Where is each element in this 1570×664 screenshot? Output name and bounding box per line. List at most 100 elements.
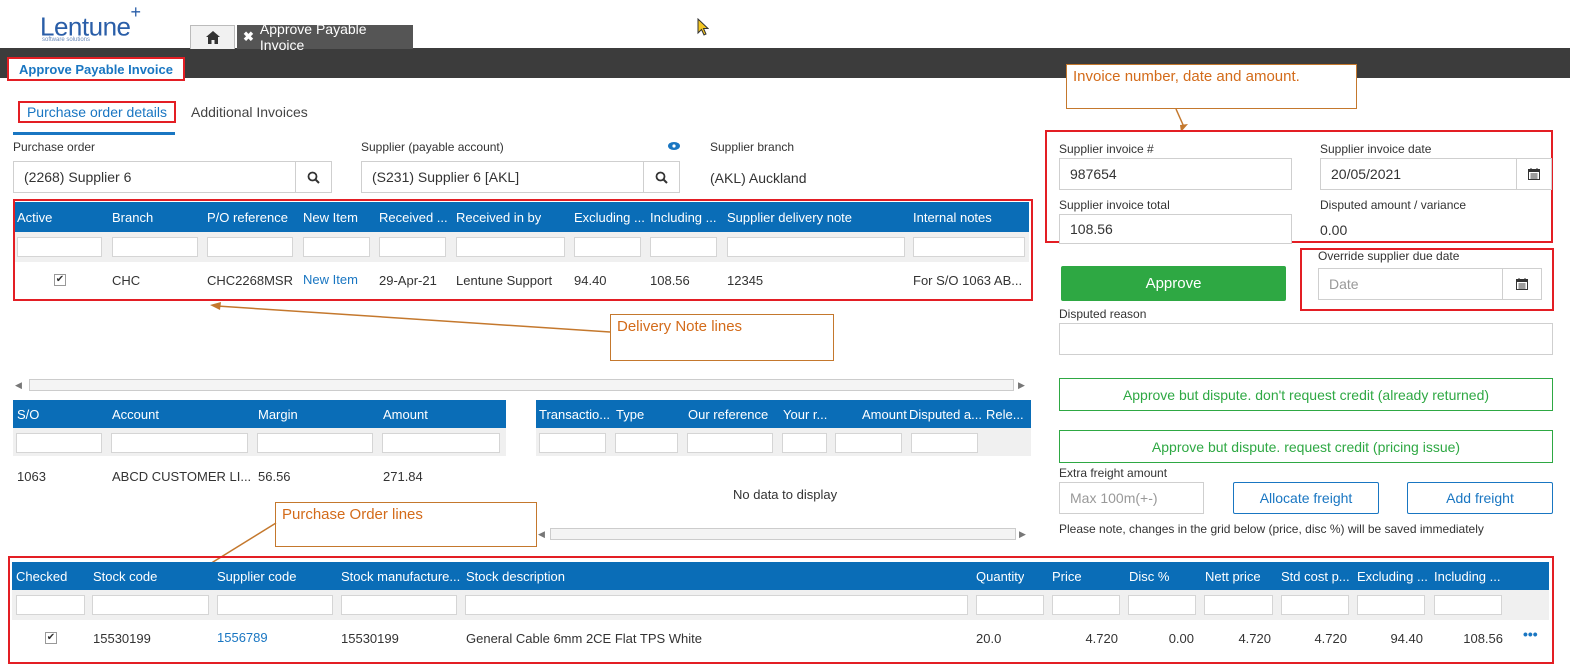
filter-input[interactable] — [16, 433, 102, 453]
col-internal-notes[interactable]: Internal notes — [913, 210, 992, 225]
table-row[interactable]: ✔ 15530199 1556789 15530199 General Cabl… — [12, 622, 1549, 656]
col-account[interactable]: Account — [112, 407, 159, 422]
table-row[interactable]: ✔ CHC CHC2268MSR New Item 29-Apr-21 Lent… — [15, 262, 1029, 298]
eye-icon[interactable] — [668, 142, 680, 150]
more-options-icon[interactable]: ••• — [1523, 626, 1538, 642]
col-including[interactable]: Including ... — [1434, 569, 1501, 584]
col-so[interactable]: S/O — [17, 407, 39, 422]
tab-purchase-order-details[interactable]: Purchase order details — [18, 101, 176, 123]
filter-input[interactable] — [1434, 595, 1502, 615]
filter-input[interactable] — [207, 237, 293, 257]
filter-input[interactable] — [574, 237, 641, 257]
filter-input[interactable] — [1357, 595, 1425, 615]
col-received[interactable]: Received ... — [379, 210, 448, 225]
filter-input[interactable] — [456, 237, 565, 257]
filter-input[interactable] — [465, 595, 968, 615]
col-our-reference[interactable]: Our reference — [688, 407, 768, 422]
filter-input[interactable] — [539, 433, 606, 453]
filter-input[interactable] — [1052, 595, 1120, 615]
filter-input[interactable] — [650, 237, 717, 257]
tab-additional-invoices[interactable]: Additional Invoices — [191, 104, 308, 120]
close-icon[interactable]: ✖ — [243, 29, 254, 45]
filter-input[interactable] — [615, 433, 678, 453]
checked-checkbox[interactable]: ✔ — [45, 632, 57, 644]
col-stock-code[interactable]: Stock code — [93, 569, 157, 584]
filter-input[interactable] — [92, 595, 209, 615]
cell-quantity[interactable]: 20.0 — [976, 631, 1001, 646]
col-new-item[interactable]: New Item — [303, 210, 358, 225]
approve-dispute-no-credit-button[interactable]: Approve but dispute. don't request credi… — [1059, 378, 1553, 411]
horizontal-scrollbar[interactable]: ◀ ▶ — [538, 527, 1031, 541]
col-stock-description[interactable]: Stock description — [466, 569, 565, 584]
filter-input[interactable] — [303, 237, 370, 257]
extra-freight-input[interactable]: Max 100m(+-) — [1059, 482, 1204, 514]
home-tab[interactable] — [190, 25, 235, 49]
filter-input[interactable] — [727, 237, 905, 257]
scroll-right-icon[interactable]: ▶ — [1018, 380, 1025, 391]
scroll-track[interactable] — [550, 528, 1016, 540]
scroll-right-icon[interactable]: ▶ — [1019, 529, 1026, 540]
allocate-freight-button[interactable]: Allocate freight — [1233, 482, 1379, 514]
col-std-cost[interactable]: Std cost p... — [1281, 569, 1350, 584]
supplier-input[interactable]: (S231) Supplier 6 [AKL] — [361, 161, 644, 193]
approve-button[interactable]: Approve — [1061, 266, 1286, 301]
filter-input[interactable] — [112, 237, 198, 257]
col-stock-manufacturer[interactable]: Stock manufacture... — [341, 569, 460, 584]
filter-input[interactable] — [341, 595, 457, 615]
filter-input[interactable] — [379, 237, 446, 257]
table-row[interactable]: 1063 ABCD CUSTOMER LI... 56.56 271.84 — [13, 462, 506, 490]
invoice-date-picker-button[interactable] — [1516, 158, 1552, 190]
cell-price[interactable]: 4.720 — [1052, 631, 1118, 646]
col-disc[interactable]: Disc % — [1129, 569, 1169, 584]
col-amount[interactable]: Amount — [862, 407, 907, 422]
new-item-link[interactable]: New Item — [303, 272, 358, 287]
col-amount[interactable]: Amount — [383, 407, 428, 422]
filter-input[interactable] — [782, 433, 827, 453]
col-price[interactable]: Price — [1052, 569, 1082, 584]
col-disputed[interactable]: Disputed a... — [909, 407, 982, 422]
filter-input[interactable] — [16, 595, 85, 615]
supplier-search-button[interactable] — [643, 161, 680, 193]
col-excluding[interactable]: Excluding ... — [574, 210, 645, 225]
col-delivery-note[interactable]: Supplier delivery note — [727, 210, 852, 225]
invoice-number-input[interactable]: 987654 — [1059, 158, 1292, 190]
col-transaction[interactable]: Transactio... — [539, 407, 611, 422]
purchase-order-input[interactable]: (2268) Supplier 6 — [13, 161, 296, 193]
add-freight-button[interactable]: Add freight — [1407, 482, 1553, 514]
col-nett-price[interactable]: Nett price — [1205, 569, 1261, 584]
active-checkbox[interactable]: ✔ — [54, 274, 66, 286]
filter-input[interactable] — [111, 433, 248, 453]
scroll-track[interactable] — [29, 379, 1014, 391]
col-po-reference[interactable]: P/O reference — [207, 210, 288, 225]
col-margin[interactable]: Margin — [258, 407, 298, 422]
override-date-picker-button[interactable] — [1502, 268, 1542, 300]
filter-input[interactable] — [17, 237, 102, 257]
col-type[interactable]: Type — [616, 407, 644, 422]
col-supplier-code[interactable]: Supplier code — [217, 569, 297, 584]
filter-input[interactable] — [217, 595, 333, 615]
filter-input[interactable] — [976, 595, 1044, 615]
col-excluding[interactable]: Excluding ... — [1357, 569, 1428, 584]
filter-input[interactable] — [687, 433, 773, 453]
approve-dispute-credit-button[interactable]: Approve but dispute. request credit (pri… — [1059, 430, 1553, 463]
col-active[interactable]: Active — [17, 210, 52, 225]
filter-input[interactable] — [911, 433, 978, 453]
col-released[interactable]: Rele... — [986, 407, 1024, 422]
col-quantity[interactable]: Quantity — [976, 569, 1024, 584]
invoice-date-input[interactable]: 20/05/2021 — [1320, 158, 1517, 190]
filter-input[interactable] — [1204, 595, 1273, 615]
invoice-total-input[interactable]: 108.56 — [1059, 214, 1292, 244]
disputed-reason-input[interactable] — [1059, 323, 1553, 355]
filter-input[interactable] — [1128, 595, 1196, 615]
scroll-left-icon[interactable]: ◀ — [15, 380, 22, 391]
override-due-date-input[interactable]: Date — [1318, 268, 1503, 300]
filter-input[interactable] — [257, 433, 373, 453]
cell-disc[interactable]: 0.00 — [1128, 631, 1194, 646]
col-checked[interactable]: Checked — [16, 569, 67, 584]
supplier-code-link[interactable]: 1556789 — [217, 630, 268, 645]
tab-approve-payable-invoice[interactable]: ✖ Approve Payable Invoice — [237, 21, 413, 53]
filter-input[interactable] — [1281, 595, 1349, 615]
filter-input[interactable] — [382, 433, 500, 453]
scroll-left-icon[interactable]: ◀ — [538, 529, 545, 540]
filter-input[interactable] — [913, 237, 1025, 257]
